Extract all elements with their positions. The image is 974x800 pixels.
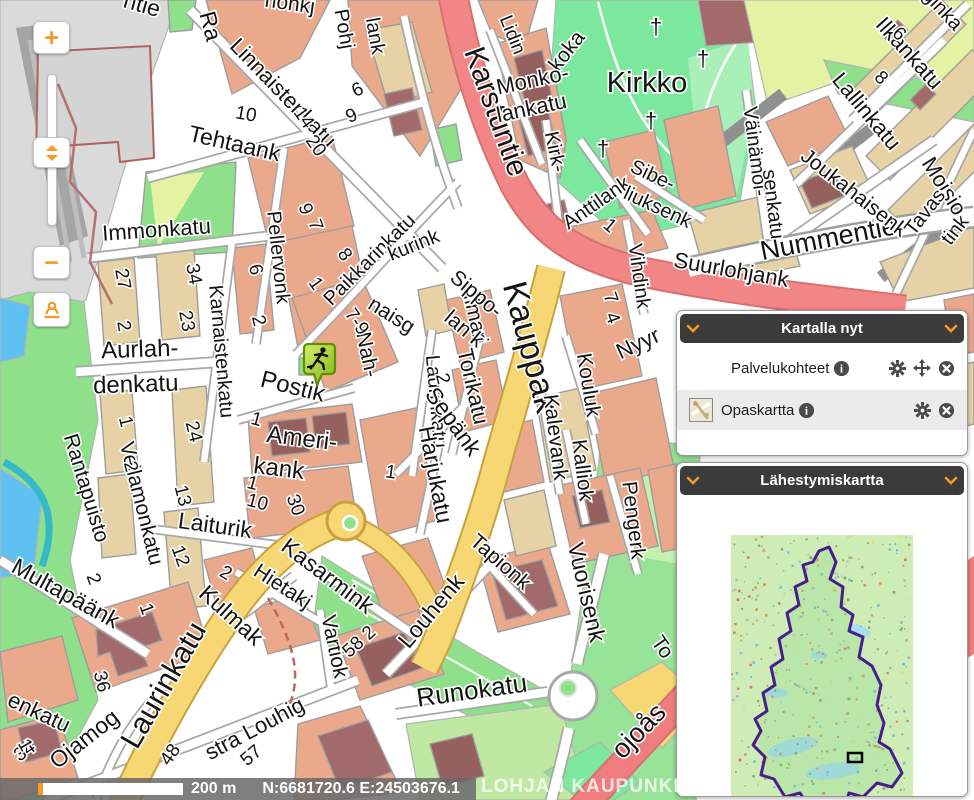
overview-panel: Lähestymiskartta bbox=[676, 462, 968, 797]
zoom-in-button[interactable]: + bbox=[33, 21, 70, 54]
runner-pin-body bbox=[304, 344, 335, 385]
street-view-pegman-button[interactable] bbox=[33, 292, 70, 327]
layer-label: Palvelukohteet i bbox=[731, 360, 850, 377]
layers-panel-header[interactable]: Kartalla nyt bbox=[680, 314, 964, 343]
svg-text:23: 23 bbox=[174, 309, 198, 333]
info-icon[interactable]: i bbox=[833, 360, 850, 377]
layer-thumbnail bbox=[689, 398, 713, 422]
layer-row-opaskartta[interactable]: Opaskartta i bbox=[677, 390, 967, 430]
runner-pin-marker[interactable] bbox=[302, 341, 338, 391]
svg-text:27: 27 bbox=[110, 267, 134, 291]
svg-text:†: † bbox=[650, 14, 662, 39]
chevron-down-icon[interactable] bbox=[680, 476, 706, 485]
chevron-down-icon[interactable] bbox=[938, 324, 964, 333]
attribution-text: LOHJAN KAUPUNKI bbox=[481, 776, 680, 798]
overview-panel-header[interactable]: Lähestymiskartta bbox=[680, 466, 964, 495]
svg-text:denkatu: denkatu bbox=[93, 370, 179, 400]
svg-text:Aurlah-: Aurlah- bbox=[101, 335, 179, 365]
svg-text:†: † bbox=[697, 46, 709, 71]
zoom-slider-handle[interactable] bbox=[33, 137, 70, 168]
layer-row-palvelukohteet[interactable]: Palvelukohteet i bbox=[677, 346, 967, 390]
close-icon[interactable] bbox=[938, 402, 955, 419]
overview-map-image[interactable] bbox=[731, 535, 913, 797]
overview-panel-title: Lähestymiskartta bbox=[706, 472, 938, 489]
chevron-down-icon[interactable] bbox=[680, 324, 706, 333]
svg-text:†: † bbox=[645, 108, 657, 133]
status-bar: 200 m N:6681720.6 E:24503676.1 bbox=[0, 778, 476, 800]
svg-text:i: i bbox=[840, 363, 843, 375]
layers-panel: Kartalla nyt Palvelukohteet i bbox=[676, 310, 968, 456]
zoom-handle-arrows-icon bbox=[44, 144, 60, 162]
svg-text:i: i bbox=[805, 405, 808, 417]
map-application: KarstuntieKauppakLaurinkatuNummentieSuur… bbox=[0, 0, 974, 800]
layer-label: Opaskartta i bbox=[721, 402, 815, 419]
zoom-out-button[interactable]: − bbox=[33, 246, 70, 279]
move-icon[interactable] bbox=[913, 359, 931, 377]
svg-text:10: 10 bbox=[234, 102, 258, 126]
gear-icon[interactable] bbox=[914, 402, 931, 419]
svg-text:34: 34 bbox=[181, 262, 205, 287]
scale-label: 200 m bbox=[191, 780, 236, 798]
chevron-down-icon[interactable] bbox=[938, 476, 964, 485]
svg-text:†: † bbox=[597, 136, 609, 161]
pegman-icon bbox=[42, 300, 62, 320]
runner-icon-dot bbox=[310, 367, 313, 370]
gear-icon[interactable] bbox=[889, 360, 906, 377]
info-icon[interactable]: i bbox=[798, 402, 815, 419]
scale-bar bbox=[43, 783, 183, 795]
layers-panel-title: Kartalla nyt bbox=[706, 320, 938, 337]
svg-text:Kirkko: Kirkko bbox=[607, 67, 688, 99]
close-icon[interactable] bbox=[938, 360, 955, 377]
coordinates-readout: N:6681720.6 E:24503676.1 bbox=[262, 780, 460, 798]
